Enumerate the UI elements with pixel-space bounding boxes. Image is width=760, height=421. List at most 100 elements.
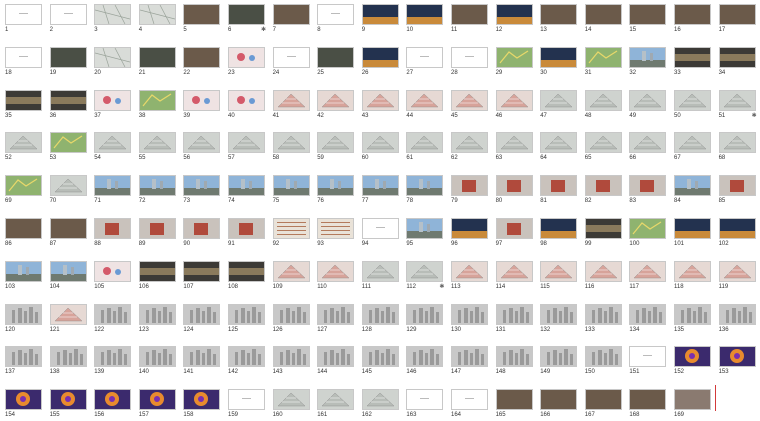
slide-thumbnail[interactable]: 43 xyxy=(359,88,403,122)
slide-thumbnail[interactable]: 100 xyxy=(626,216,670,250)
slide-thumbnail[interactable]: 140 xyxy=(136,344,180,378)
slide-thumbnail[interactable]: 118 xyxy=(671,259,715,293)
slide-thumbnail[interactable]: 67 xyxy=(671,130,715,164)
slide-thumbnail[interactable]: 31 xyxy=(582,45,626,79)
slide-thumbnail[interactable]: 37 xyxy=(91,88,135,122)
slide-thumbnail[interactable]: 163 xyxy=(403,387,447,421)
slide-thumbnail[interactable]: 42 xyxy=(314,88,358,122)
slide-thumbnail[interactable]: 105 xyxy=(91,259,135,293)
slide-thumbnail[interactable]: 51 ✱ xyxy=(716,88,760,122)
slide-thumbnail[interactable]: 29 xyxy=(493,45,537,79)
slide-thumbnail[interactable]: 117 xyxy=(626,259,670,293)
slide-thumbnail[interactable]: 5 xyxy=(180,2,224,36)
slide-thumbnail[interactable]: 14 xyxy=(582,2,626,36)
slide-thumbnail[interactable]: 137 xyxy=(2,344,46,378)
slide-thumbnail[interactable]: 56 xyxy=(180,130,224,164)
slide-thumbnail[interactable]: 162 xyxy=(359,387,403,421)
slide-thumbnail[interactable]: 94 xyxy=(359,216,403,250)
slide-thumbnail[interactable]: 7 xyxy=(270,2,314,36)
slide-thumbnail[interactable]: 128 xyxy=(359,302,403,336)
slide-thumbnail[interactable]: 131 xyxy=(493,302,537,336)
slide-thumbnail[interactable]: 142 xyxy=(225,344,269,378)
slide-thumbnail[interactable]: 124 xyxy=(180,302,224,336)
slide-thumbnail[interactable]: 150 xyxy=(582,344,626,378)
slide-thumbnail[interactable]: 86 xyxy=(2,216,46,250)
slide-thumbnail[interactable]: 25 xyxy=(314,45,358,79)
slide-thumbnail[interactable]: 114 xyxy=(493,259,537,293)
slide-thumbnail[interactable]: 159 xyxy=(225,387,269,421)
slide-thumbnail[interactable]: 116 xyxy=(582,259,626,293)
slide-thumbnail[interactable]: 96 xyxy=(448,216,492,250)
slide-thumbnail[interactable]: 38 xyxy=(136,88,180,122)
slide-thumbnail[interactable]: 89 xyxy=(136,216,180,250)
slide-thumbnail[interactable]: 48 xyxy=(582,88,626,122)
slide-thumbnail[interactable]: 59 xyxy=(314,130,358,164)
slide-thumbnail[interactable]: 8 xyxy=(314,2,358,36)
slide-thumbnail[interactable]: 111 xyxy=(359,259,403,293)
slide-thumbnail[interactable]: 119 xyxy=(716,259,760,293)
slide-thumbnail[interactable]: 101 xyxy=(671,216,715,250)
slide-thumbnail[interactable]: 102 xyxy=(716,216,760,250)
slide-thumbnail[interactable]: 156 xyxy=(91,387,135,421)
slide-thumbnail[interactable]: 167 xyxy=(582,387,626,421)
slide-thumbnail[interactable]: 84 xyxy=(671,173,715,207)
slide-thumbnail[interactable]: 60 xyxy=(359,130,403,164)
slide-thumbnail[interactable]: 107 xyxy=(180,259,224,293)
slide-thumbnail[interactable]: 135 xyxy=(671,302,715,336)
slide-thumbnail[interactable]: 153 xyxy=(716,344,760,378)
slide-thumbnail[interactable]: 146 xyxy=(403,344,447,378)
slide-thumbnail[interactable]: 108 xyxy=(225,259,269,293)
slide-thumbnail[interactable]: 24 xyxy=(270,45,314,79)
slide-thumbnail[interactable]: 113 xyxy=(448,259,492,293)
slide-thumbnail[interactable]: 32 xyxy=(626,45,670,79)
slide-thumbnail[interactable]: 130 xyxy=(448,302,492,336)
slide-thumbnail[interactable]: 136 xyxy=(716,302,760,336)
slide-thumbnail[interactable]: 6 ✱ xyxy=(225,2,269,36)
slide-thumbnail[interactable]: 3 xyxy=(91,2,135,36)
slide-thumbnail[interactable]: 110 xyxy=(314,259,358,293)
slide-thumbnail[interactable]: 148 xyxy=(493,344,537,378)
slide-thumbnail[interactable]: 68 xyxy=(716,130,760,164)
slide-thumbnail[interactable]: 58 xyxy=(270,130,314,164)
slide-thumbnail[interactable]: 155 xyxy=(47,387,91,421)
slide-thumbnail[interactable]: 127 xyxy=(314,302,358,336)
slide-thumbnail[interactable]: 133 xyxy=(582,302,626,336)
slide-thumbnail[interactable]: 36 xyxy=(47,88,91,122)
slide-thumbnail[interactable]: 74 xyxy=(225,173,269,207)
slide-thumbnail[interactable]: 112 ✱ xyxy=(403,259,447,293)
slide-thumbnail[interactable]: 69 xyxy=(2,173,46,207)
slide-thumbnail[interactable]: 40 xyxy=(225,88,269,122)
slide-thumbnail[interactable]: 47 xyxy=(537,88,581,122)
slide-thumbnail[interactable]: 88 xyxy=(91,216,135,250)
slide-thumbnail[interactable]: 34 xyxy=(716,45,760,79)
slide-thumbnail[interactable]: 11 xyxy=(448,2,492,36)
slide-thumbnail[interactable]: 39 xyxy=(180,88,224,122)
slide-thumbnail[interactable]: 92 xyxy=(270,216,314,250)
slide-thumbnail[interactable]: 143 xyxy=(270,344,314,378)
slide-thumbnail[interactable]: 44 xyxy=(403,88,447,122)
slide-thumbnail[interactable]: 21 xyxy=(136,45,180,79)
slide-thumbnail[interactable]: 30 xyxy=(537,45,581,79)
slide-thumbnail[interactable]: 1 xyxy=(2,2,46,36)
slide-thumbnail[interactable]: 144 xyxy=(314,344,358,378)
slide-thumbnail[interactable]: 49 xyxy=(626,88,670,122)
slide-thumbnail[interactable]: 77 xyxy=(359,173,403,207)
slide-thumbnail[interactable]: 158 xyxy=(180,387,224,421)
slide-thumbnail[interactable]: 125 xyxy=(225,302,269,336)
slide-thumbnail[interactable]: 166 xyxy=(537,387,581,421)
slide-thumbnail[interactable]: 157 xyxy=(136,387,180,421)
slide-thumbnail[interactable]: 27 xyxy=(403,45,447,79)
slide-thumbnail[interactable]: 95 xyxy=(403,216,447,250)
slide-thumbnail[interactable]: 120 xyxy=(2,302,46,336)
slide-thumbnail[interactable]: 121 xyxy=(47,302,91,336)
slide-thumbnail[interactable]: 12 xyxy=(493,2,537,36)
slide-thumbnail[interactable]: 161 xyxy=(314,387,358,421)
slide-thumbnail[interactable]: 23 xyxy=(225,45,269,79)
slide-thumbnail[interactable]: 109 xyxy=(270,259,314,293)
slide-thumbnail[interactable]: 154 xyxy=(2,387,46,421)
slide-thumbnail[interactable]: 15 xyxy=(626,2,670,36)
slide-thumbnail[interactable]: 98 xyxy=(537,216,581,250)
slide-thumbnail[interactable]: 164 xyxy=(448,387,492,421)
slide-thumbnail[interactable]: 72 xyxy=(136,173,180,207)
slide-thumbnail[interactable]: 80 xyxy=(493,173,537,207)
